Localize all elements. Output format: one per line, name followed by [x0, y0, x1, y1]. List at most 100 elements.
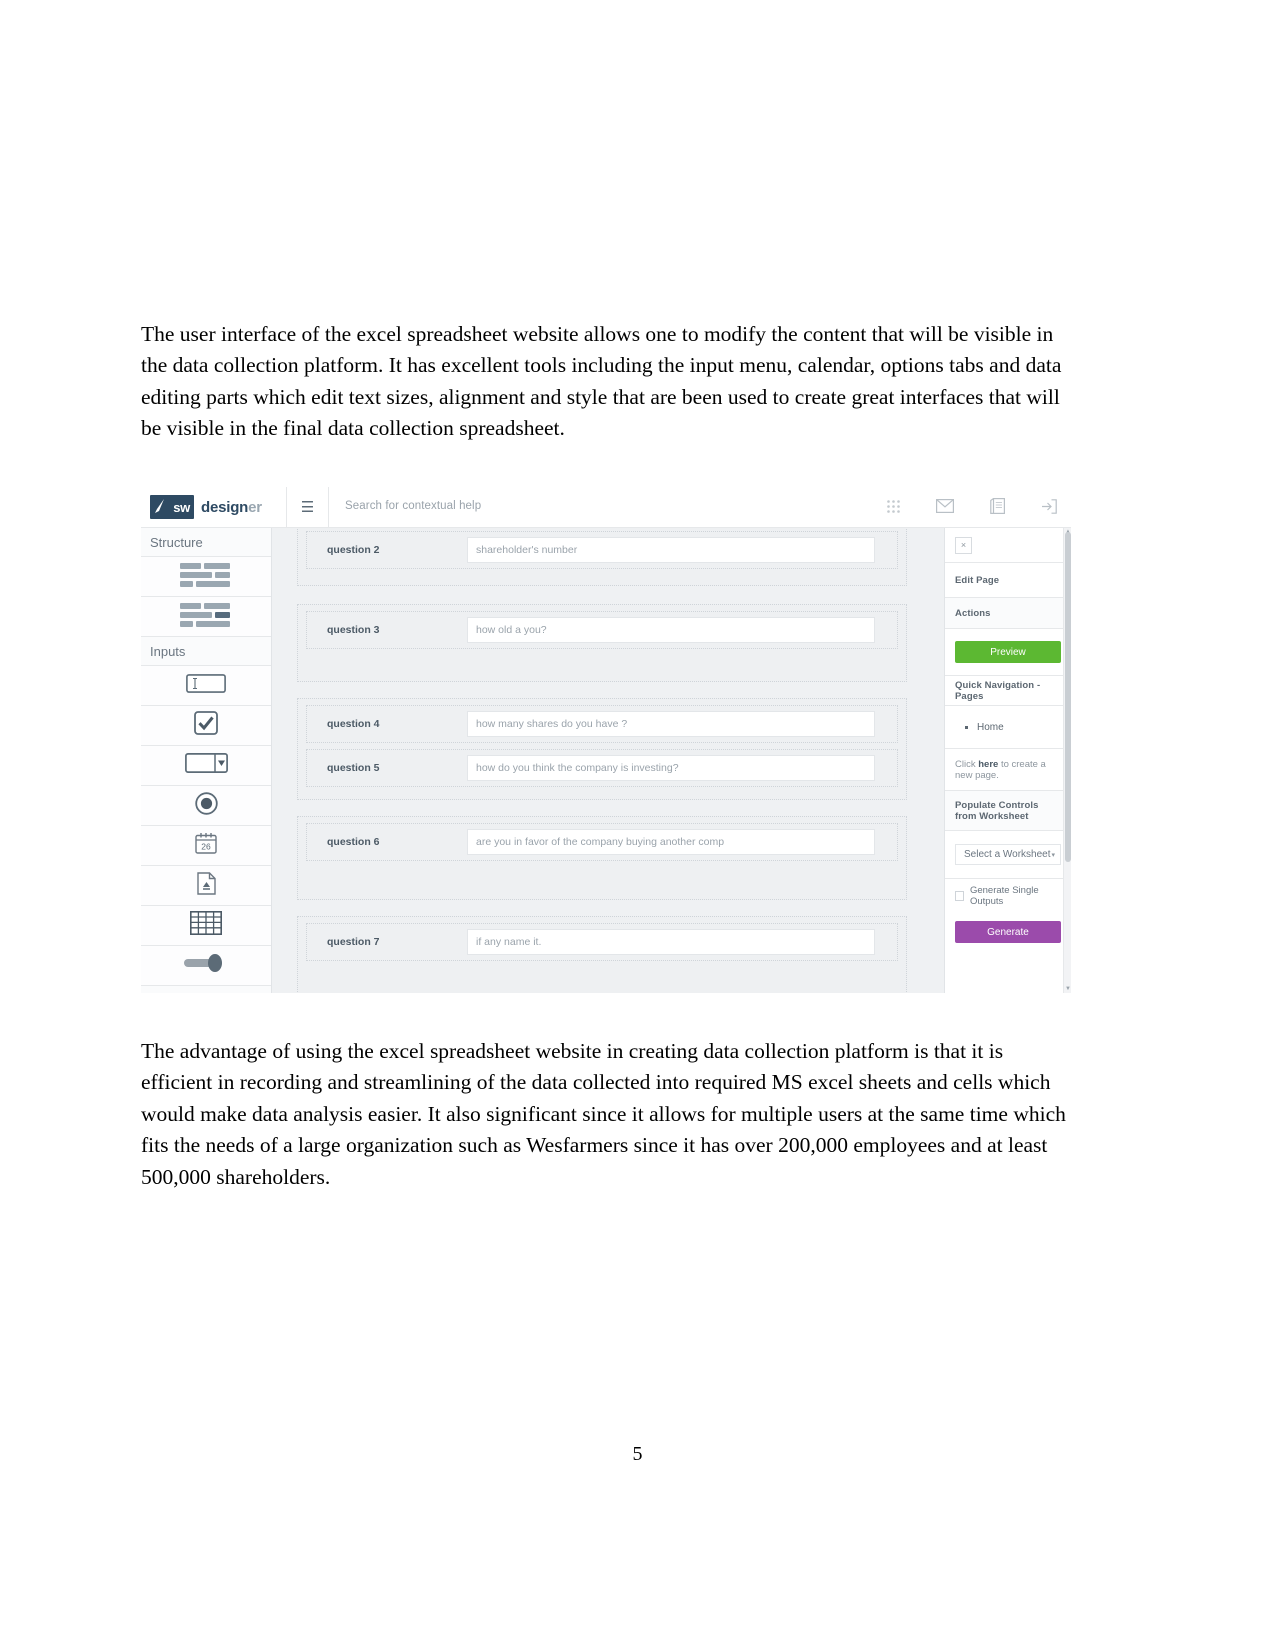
layout-two-column-icon [180, 563, 232, 590]
scroll-down-arrow[interactable]: ▼ [1064, 986, 1071, 992]
vertical-scrollbar[interactable]: ▲ ▼ [1063, 528, 1071, 993]
right-panel: × Edit Page Actions Preview Quick Naviga… [944, 528, 1071, 993]
question-row: question 7 if any name it. [306, 923, 898, 961]
edit-page-title: Edit Page [955, 574, 1000, 586]
scrollbar-thumb[interactable] [1065, 532, 1071, 862]
slider-icon [182, 954, 230, 977]
date-picker-icon: 26 [195, 832, 217, 859]
sidebar-item-text-input[interactable] [141, 666, 271, 706]
worksheet-select-value: Select a Worksheet [964, 849, 1051, 860]
list-item[interactable]: Home [977, 722, 1004, 733]
app-topbar: sw designer ☰ Search for contextual help [141, 487, 1071, 528]
layout-sidebar-icon [180, 603, 232, 630]
generate-single-outputs-checkbox[interactable]: Generate Single Outputs [955, 885, 1061, 907]
question-label: question 7 [327, 936, 380, 948]
create-page-link[interactable]: here [978, 759, 998, 770]
question-row: question 2 shareholder's number [306, 531, 898, 569]
app-logo[interactable]: sw designer [150, 493, 282, 521]
logo-word: designer [201, 499, 262, 516]
brush-icon [155, 499, 164, 513]
question-label: question 6 [327, 836, 380, 848]
question-input[interactable]: how many shares do you have ? [467, 711, 875, 737]
sidebar-item-file-upload[interactable] [141, 866, 271, 906]
sidebar-section-inputs-label: Inputs [141, 637, 271, 666]
chevron-down-icon: ▾ [1051, 851, 1055, 859]
sidebar-item-slider[interactable] [141, 946, 271, 986]
question-block: question 3 how old a you? [297, 604, 907, 682]
single-outputs-row: Generate Single Outputs [945, 879, 1071, 913]
sidebar-item-layout-sidebar[interactable] [141, 597, 271, 637]
question-input[interactable]: shareholder's number [467, 537, 875, 563]
page-list: Home [955, 722, 1004, 733]
actions-header: Actions [945, 598, 1071, 629]
question-row: question 5 how do you think the company … [306, 749, 898, 787]
page-number: 5 [632, 1443, 643, 1465]
question-label: question 4 [327, 718, 380, 730]
question-block: question 2 shareholder's number [297, 528, 907, 586]
generate-row: Generate [945, 913, 1071, 951]
form-canvas: question 2 shareholder's number question… [272, 528, 944, 993]
question-row: question 3 how old a you? [306, 611, 898, 649]
quick-nav-header: Quick Navigation - Pages [945, 676, 1071, 706]
question-block: question 6 are you in favor of the compa… [297, 816, 907, 900]
quick-nav-title: Quick Navigation - Pages [955, 679, 1041, 702]
edit-page-header: Edit Page [945, 563, 1071, 598]
logo-word-main: design [201, 498, 249, 516]
question-block: question 4 how many shares do you have ?… [297, 698, 907, 800]
logout-icon[interactable] [1039, 496, 1059, 516]
logo-mark-text: sw [173, 499, 190, 515]
populate-title: Populate Controls from Worksheet [955, 799, 1039, 822]
question-row: question 4 how many shares do you have ? [306, 705, 898, 743]
sidebar-item-dropdown[interactable] [141, 746, 271, 786]
document-page: The user interface of the excel spreadsh… [0, 0, 1275, 1651]
checkbox-icon [955, 891, 964, 901]
reports-document-icon[interactable] [987, 496, 1007, 516]
logo-word-tail: er [248, 498, 262, 516]
file-upload-icon [196, 871, 216, 900]
sidebar-item-radio-button[interactable] [141, 786, 271, 826]
sidebar-item-table-grid[interactable] [141, 906, 271, 946]
left-sidebar: Structure Inputs 26 [141, 528, 272, 993]
apps-grid-icon[interactable] [883, 496, 903, 516]
preview-button[interactable]: Preview [955, 641, 1061, 663]
question-label: question 5 [327, 762, 380, 774]
dropdown-icon [184, 753, 228, 778]
panel-close-row: × [945, 528, 1071, 563]
sidebar-section-structure-label: Structure [141, 528, 271, 557]
populate-header: Populate Controls from Worksheet [945, 791, 1071, 831]
new-page-hint: Click here to create a new page. [945, 749, 1071, 791]
sidebar-item-date-picker[interactable]: 26 [141, 826, 271, 866]
table-grid-icon [190, 911, 222, 940]
hamburger-menu-icon: ☰ [300, 498, 315, 516]
actions-body: Preview [945, 629, 1071, 676]
question-input[interactable]: are you in favor of the company buying a… [467, 829, 875, 855]
question-label: question 2 [327, 544, 380, 556]
text-input-icon [186, 673, 226, 698]
hint-prefix: Click [955, 758, 979, 770]
topbar-icon-group [883, 496, 1059, 516]
app-screenshot: sw designer ☰ Search for contextual help [141, 487, 1071, 993]
sidebar-item-checkbox[interactable] [141, 706, 271, 746]
quick-nav-list: Home [945, 706, 1071, 749]
question-input[interactable]: how old a you? [467, 617, 875, 643]
question-input[interactable]: how do you think the company is investin… [467, 755, 875, 781]
generate-button[interactable]: Generate [955, 921, 1061, 943]
search-input[interactable]: Search for contextual help [345, 500, 481, 512]
question-input[interactable]: if any name it. [467, 929, 875, 955]
worksheet-select[interactable]: Select a Worksheet ▾ [955, 844, 1061, 865]
generate-single-outputs-label: Generate Single Outputs [969, 885, 1039, 907]
mail-envelope-icon[interactable] [935, 496, 955, 516]
actions-title: Actions [955, 607, 991, 619]
checkbox-icon [194, 711, 218, 740]
hamburger-menu-button[interactable]: ☰ [286, 487, 329, 527]
worksheet-select-row: Select a Worksheet ▾ [945, 831, 1071, 879]
paragraph-top: The user interface of the excel spreadsh… [141, 321, 1062, 441]
sidebar-item-layout-two-column[interactable] [141, 557, 271, 597]
date-picker-day: 26 [201, 842, 211, 852]
radio-button-icon [194, 791, 218, 820]
question-row: question 6 are you in favor of the compa… [306, 823, 898, 861]
logo-mark: sw [150, 495, 194, 519]
paragraph-bottom: The advantage of using the excel spreads… [141, 1038, 1066, 1189]
question-label: question 3 [327, 624, 380, 636]
close-icon[interactable]: × [955, 536, 972, 554]
